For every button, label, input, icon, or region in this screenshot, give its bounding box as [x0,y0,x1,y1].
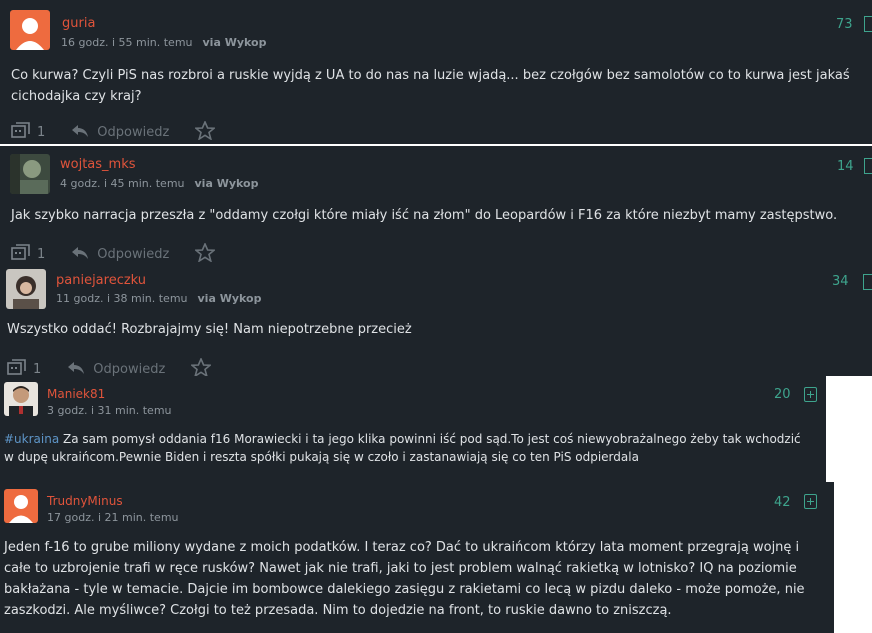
comment-time[interactable]: 17 godz. i 21 min. temu [47,511,179,524]
reply-count: 1 [37,247,46,262]
comment-text-content: Za sam pomysł oddania f16 Morawiecki i t… [4,432,801,464]
vote-score: 20 [774,387,791,402]
plus-icon[interactable] [864,16,872,32]
star-icon[interactable] [194,119,217,144]
reply-count: 1 [37,125,46,140]
via-label: via Wykop [194,177,259,190]
comment-username[interactable]: Maniek81 [47,387,105,401]
vote-score: 14 [837,159,854,174]
reply-count: 1 [33,362,42,376]
comment-time[interactable]: 16 godz. i 55 min. temu [61,36,193,49]
vote-score: 34 [832,274,849,289]
comment-meta: 3 godz. i 31 min. temu [47,404,172,417]
comment-actions: 1 Odpowiedz [11,241,217,265]
comment-text: Jak szybko narracja przeszła z "oddamy c… [11,208,838,223]
comment-text: Co kurwa? Czyli PiS nas rozbroi a ruskie… [11,68,850,104]
avatar-photo[interactable] [6,269,46,309]
comment-card: Maniek81 3 godz. i 31 min. temu 20 #ukra… [0,376,826,482]
reply-arrow-icon[interactable] [71,246,89,264]
via-label: via Wykop [197,292,262,305]
plus-icon[interactable] [804,494,817,509]
plus-icon[interactable] [804,387,817,402]
comment-card: paniejareczku 11 godz. i 38 min. temu via… [0,264,872,376]
reply-button[interactable]: Odpowiedz [97,247,169,262]
comment-text: Jeden f-16 to grube miliony wydane z moi… [4,540,805,618]
comment-username[interactable]: paniejareczku [56,273,146,288]
comment-username[interactable]: TrudnyMinus [47,494,123,508]
comment-actions: 1 Odpowiedz [7,356,213,377]
vote-score: 42 [774,495,791,510]
reply-button[interactable]: Odpowiedz [97,125,169,140]
comment-time[interactable]: 3 godz. i 31 min. temu [47,404,172,417]
comment-meta: 16 godz. i 55 min. temu via Wykop [61,36,266,49]
minus-icon[interactable] [863,274,872,290]
avatar-photo[interactable] [4,382,38,416]
comment-card: guria 16 godz. i 55 min. temu via Wykop 7… [0,0,872,144]
comment-card: TrudnyMinus 17 godz. i 21 min. temu 42 J… [0,482,834,633]
comment-text: #ukraina Za sam pomysł oddania f16 Moraw… [4,430,814,466]
comment-username[interactable]: guria [62,16,95,31]
reply-arrow-icon[interactable] [67,361,85,377]
comment-meta: 11 godz. i 38 min. temu via Wykop [56,292,261,305]
avatar-default[interactable] [4,489,38,523]
comment-card: wojtas_mks 4 godz. i 45 min. temu via Wyk… [0,146,872,264]
comment-icon[interactable] [11,121,31,144]
comment-username[interactable]: wojtas_mks [60,157,136,172]
star-icon[interactable] [190,356,213,376]
hashtag-link[interactable]: #ukraina [4,432,59,446]
comment-time[interactable]: 11 godz. i 38 min. temu [56,292,188,305]
comment-meta: 4 godz. i 45 min. temu via Wykop [60,177,258,190]
comment-text: Wszystko oddać! Rozbrajajmy się! Nam nie… [7,322,412,337]
comment-time[interactable]: 4 godz. i 45 min. temu [60,177,185,190]
comment-icon[interactable] [7,358,27,377]
plus-icon[interactable] [864,158,872,174]
vote-score: 73 [836,17,853,32]
via-label: via Wykop [202,36,267,49]
comment-actions: 1 Odpowiedz [11,119,217,144]
reply-button[interactable]: Odpowiedz [93,362,165,376]
reply-arrow-icon[interactable] [71,124,89,142]
avatar-default[interactable] [10,10,50,50]
comment-meta: 17 godz. i 21 min. temu [47,511,179,524]
star-icon[interactable] [194,241,217,264]
avatar-photo[interactable] [10,154,50,194]
comment-icon[interactable] [11,243,31,265]
